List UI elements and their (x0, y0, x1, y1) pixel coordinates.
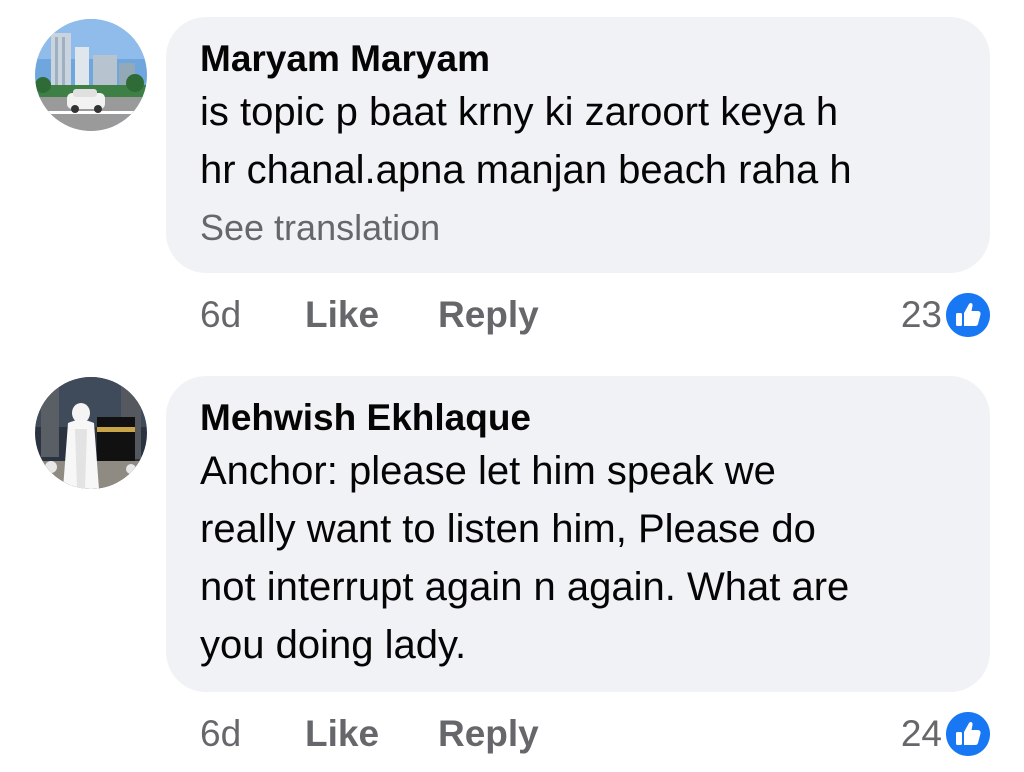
comment-text-line: Anchor: please let him speak we (200, 449, 776, 493)
reply-button[interactable]: Reply (438, 713, 539, 755)
city-street-avatar-icon (35, 19, 147, 131)
reaction-summary[interactable]: 24 (901, 712, 990, 756)
comment-actions: 6d Like Reply 24 (200, 704, 990, 764)
comment-bubble: Maryam Maryam is topic p baat krny ki za… (166, 17, 990, 273)
comment-text-line: hr chanal.apna manjan beach raha h (200, 148, 852, 192)
reply-button[interactable]: Reply (438, 294, 539, 336)
like-button[interactable]: Like (305, 713, 438, 755)
comment-text-line: really want to listen him, Please do (200, 507, 816, 551)
person-at-kaaba-avatar-icon (35, 377, 147, 489)
avatar[interactable] (35, 19, 147, 131)
comment-text: Anchor: please let him speak we really w… (200, 442, 956, 674)
reaction-count: 24 (900, 713, 942, 754)
comment-timestamp[interactable]: 6d (200, 294, 305, 336)
comment-timestamp[interactable]: 6d (200, 713, 305, 755)
reaction-summary[interactable]: 23 (901, 293, 990, 337)
comment-bubble: Mehwish Ekhlaque Anchor: please let him … (166, 376, 990, 692)
avatar[interactable] (35, 377, 147, 489)
comment-text-line: you doing lady. (200, 623, 467, 667)
like-button[interactable]: Like (305, 294, 438, 336)
comment-actions: 6d Like Reply 23 (200, 285, 990, 345)
reaction-count: 23 (900, 294, 942, 335)
thumbs-up-icon (946, 712, 990, 756)
comment-text-line: not interrupt again n again. What are (200, 565, 850, 609)
comment-text: is topic p baat krny ki zaroort keya h h… (200, 83, 956, 199)
comment-author[interactable]: Mehwish Ekhlaque (200, 396, 956, 440)
thumbs-up-icon (946, 293, 990, 337)
see-translation-link[interactable]: See translation (200, 205, 956, 251)
comment-text-line: is topic p baat krny ki zaroort keya h (200, 90, 839, 134)
comment-author[interactable]: Maryam Maryam (200, 37, 956, 81)
